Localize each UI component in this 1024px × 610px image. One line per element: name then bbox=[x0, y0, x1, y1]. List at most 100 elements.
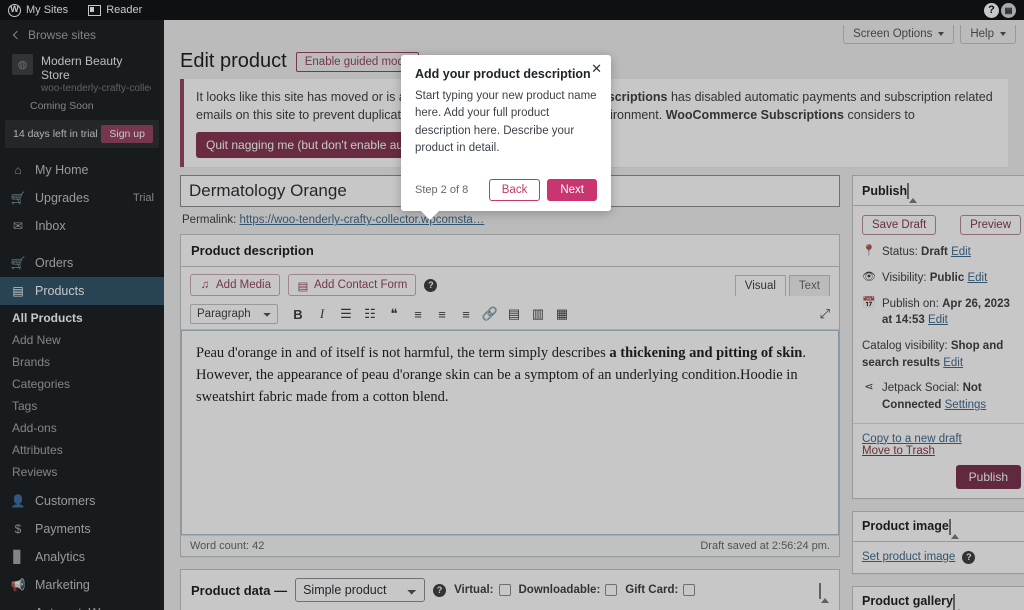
publish-title: Publish bbox=[862, 183, 908, 198]
add-media-button[interactable]: ♫ Add Media bbox=[190, 274, 280, 297]
submenu-brands[interactable]: Brands bbox=[0, 351, 164, 373]
tab-text[interactable]: Text bbox=[788, 274, 830, 296]
submenu-all-products[interactable]: All Products bbox=[0, 307, 164, 329]
sidebar-item-payments[interactable]: $ Payments bbox=[0, 515, 164, 543]
screen-meta-bar: Screen Options Help bbox=[164, 20, 1024, 44]
notice-text-3: considers to bbox=[843, 108, 915, 123]
align-center-icon[interactable]: ≡ bbox=[431, 304, 453, 324]
sidebar-item-label: Analytics bbox=[35, 550, 86, 564]
cart-icon: 🛒 bbox=[10, 191, 26, 205]
avatar[interactable]: ▤ bbox=[1001, 2, 1016, 18]
sidebar-item-automatewoo[interactable]: AW AutomateWoo bbox=[0, 599, 164, 610]
catalog-edit-link[interactable]: Edit bbox=[943, 357, 963, 369]
set-product-image-link[interactable]: Set product image bbox=[862, 551, 955, 563]
sidebar-item-orders[interactable]: 🛒 Orders bbox=[0, 249, 164, 277]
publish-body: Save Draft Preview 📍 Status: Draft Edit … bbox=[853, 206, 1024, 497]
virtual-checkbox[interactable] bbox=[498, 584, 511, 597]
publish-footer: Copy to a new draft Move to Trash Publis… bbox=[853, 422, 1024, 498]
giftcard-checkbox-row[interactable]: Gift Card: bbox=[625, 584, 696, 597]
submenu-add-new[interactable]: Add New bbox=[0, 329, 164, 351]
product-type-select[interactable]: Simple product bbox=[295, 578, 426, 603]
close-icon[interactable]: ✕ bbox=[591, 62, 602, 75]
product-gallery-title: Product gallery bbox=[862, 594, 953, 609]
toggle-panel-icon[interactable] bbox=[955, 593, 963, 610]
copy-to-new-draft-link[interactable]: Copy to a new draft bbox=[862, 433, 1021, 445]
payments-icon: $ bbox=[14, 522, 22, 536]
giftcard-checkbox[interactable] bbox=[683, 584, 696, 597]
virtual-checkbox-row[interactable]: Virtual: bbox=[454, 584, 511, 597]
site-thumbnail-icon: ◍ bbox=[12, 54, 33, 75]
numbered-list-icon[interactable]: ☷ bbox=[359, 304, 381, 324]
browse-sites-label: Browse sites bbox=[28, 28, 97, 42]
italic-icon[interactable]: I bbox=[311, 304, 333, 324]
align-right-icon[interactable]: ≡ bbox=[455, 304, 477, 324]
submenu-add-ons[interactable]: Add-ons bbox=[0, 417, 164, 439]
product-image-body: Set product image ? bbox=[853, 542, 1024, 573]
sidebar-item-upgrades[interactable]: 🛒 Upgrades Trial bbox=[0, 184, 164, 212]
modal-body-text: Start typing your new product name here.… bbox=[415, 90, 597, 154]
browse-sites-button[interactable]: Browse sites bbox=[0, 20, 164, 50]
product-image-help-icon[interactable]: ? bbox=[962, 550, 976, 564]
bulleted-list-icon[interactable]: ☰ bbox=[335, 304, 357, 324]
trial-banner: 14 days left in trial Sign up bbox=[5, 120, 159, 148]
status-edit-link[interactable]: Edit bbox=[951, 246, 971, 258]
tab-visual[interactable]: Visual bbox=[734, 274, 786, 296]
editor-status-bar: Word count: 42 Draft saved at 2:56:24 pm… bbox=[181, 535, 839, 557]
editor-mode-tabs: Visual Text bbox=[732, 274, 830, 296]
sidebar-item-analytics[interactable]: ▊ Analytics bbox=[0, 543, 164, 571]
sidebar-item-marketing[interactable]: 📢 Marketing bbox=[0, 571, 164, 599]
keyboard-shortcuts-icon[interactable]: ▥ bbox=[527, 304, 549, 324]
permalink-row: Permalink: https://woo-tenderly-crafty-c… bbox=[180, 207, 840, 234]
product-data-help-icon[interactable]: ? bbox=[433, 583, 447, 597]
help-icon[interactable]: ? bbox=[984, 2, 999, 18]
product-image-title: Product image bbox=[862, 519, 949, 534]
sidebar-item-my-home[interactable]: ⌂ My Home bbox=[0, 156, 164, 184]
sidebar-item-customers[interactable]: 👤 Customers bbox=[0, 487, 164, 515]
publish-button[interactable]: Publish bbox=[955, 464, 1021, 489]
bold-icon[interactable]: B bbox=[287, 304, 309, 324]
preview-button[interactable]: Preview bbox=[960, 215, 1021, 236]
product-description-box: Product description ♫ Add Media ▤ Add Co… bbox=[180, 234, 840, 558]
chevron-left-icon bbox=[12, 30, 22, 40]
jetpack-settings-link[interactable]: Settings bbox=[945, 399, 987, 411]
guided-tour-modal: ✕ Add your product description Start typ… bbox=[401, 55, 611, 220]
toolbar-toggle-icon[interactable]: ▦ bbox=[551, 304, 573, 324]
toggle-panel-icon[interactable] bbox=[950, 518, 959, 539]
permalink-link[interactable]: https://woo-tenderly-crafty-collector.wp… bbox=[240, 214, 485, 226]
modal-next-button[interactable]: Next bbox=[547, 179, 597, 201]
paragraph-format-select[interactable]: Paragraph bbox=[190, 304, 278, 325]
visibility-edit-link[interactable]: Edit bbox=[967, 272, 987, 284]
current-site-card[interactable]: ◍ Modern Beauty Store woo-tenderly-craft… bbox=[0, 50, 164, 97]
masterbar-my-sites[interactable]: My Sites bbox=[0, 0, 78, 20]
move-to-trash-link[interactable]: Move to Trash bbox=[862, 445, 1021, 457]
product-description-editor[interactable]: Peau d'orange in and of itself is not ha… bbox=[181, 330, 839, 536]
chevron-down-icon bbox=[1000, 32, 1006, 36]
publish-on-label: Publish on: bbox=[882, 297, 939, 310]
modal-back-button[interactable]: Back bbox=[488, 179, 541, 201]
toggle-panel-icon[interactable] bbox=[821, 582, 829, 603]
sign-up-button[interactable]: Sign up bbox=[101, 125, 153, 143]
publish-edit-link[interactable]: Edit bbox=[928, 314, 948, 326]
add-contact-form-button[interactable]: ▤ Add Contact Form bbox=[287, 274, 417, 297]
product-image-box: Product image Set product image ? bbox=[852, 510, 1024, 574]
sidebar-item-inbox[interactable]: ✉ Inbox bbox=[0, 212, 164, 240]
save-draft-button[interactable]: Save Draft bbox=[862, 215, 937, 236]
downloadable-checkbox-row[interactable]: Downloadable: bbox=[519, 584, 618, 597]
masterbar-reader[interactable]: Reader bbox=[78, 0, 152, 20]
sidebar-item-products[interactable]: ▤ Products bbox=[0, 277, 164, 305]
submenu-categories[interactable]: Categories bbox=[0, 373, 164, 395]
read-more-icon[interactable]: ▤ bbox=[503, 304, 525, 324]
fullscreen-icon[interactable]: ⤢ bbox=[820, 306, 830, 322]
submenu-tags[interactable]: Tags bbox=[0, 395, 164, 417]
downloadable-checkbox[interactable] bbox=[605, 584, 618, 597]
blockquote-icon[interactable]: ❝ bbox=[383, 304, 405, 324]
submenu-attributes[interactable]: Attributes bbox=[0, 439, 164, 461]
help-button[interactable]: Help bbox=[960, 25, 1016, 44]
screen-options-button[interactable]: Screen Options bbox=[843, 25, 955, 44]
toggle-panel-icon[interactable] bbox=[909, 183, 918, 204]
form-icon: ▤ bbox=[297, 281, 309, 294]
link-icon[interactable]: 🔗 bbox=[479, 304, 501, 324]
align-left-icon[interactable]: ≡ bbox=[407, 304, 429, 324]
editor-help-icon[interactable]: ? bbox=[424, 278, 438, 292]
submenu-reviews[interactable]: Reviews bbox=[0, 461, 164, 483]
